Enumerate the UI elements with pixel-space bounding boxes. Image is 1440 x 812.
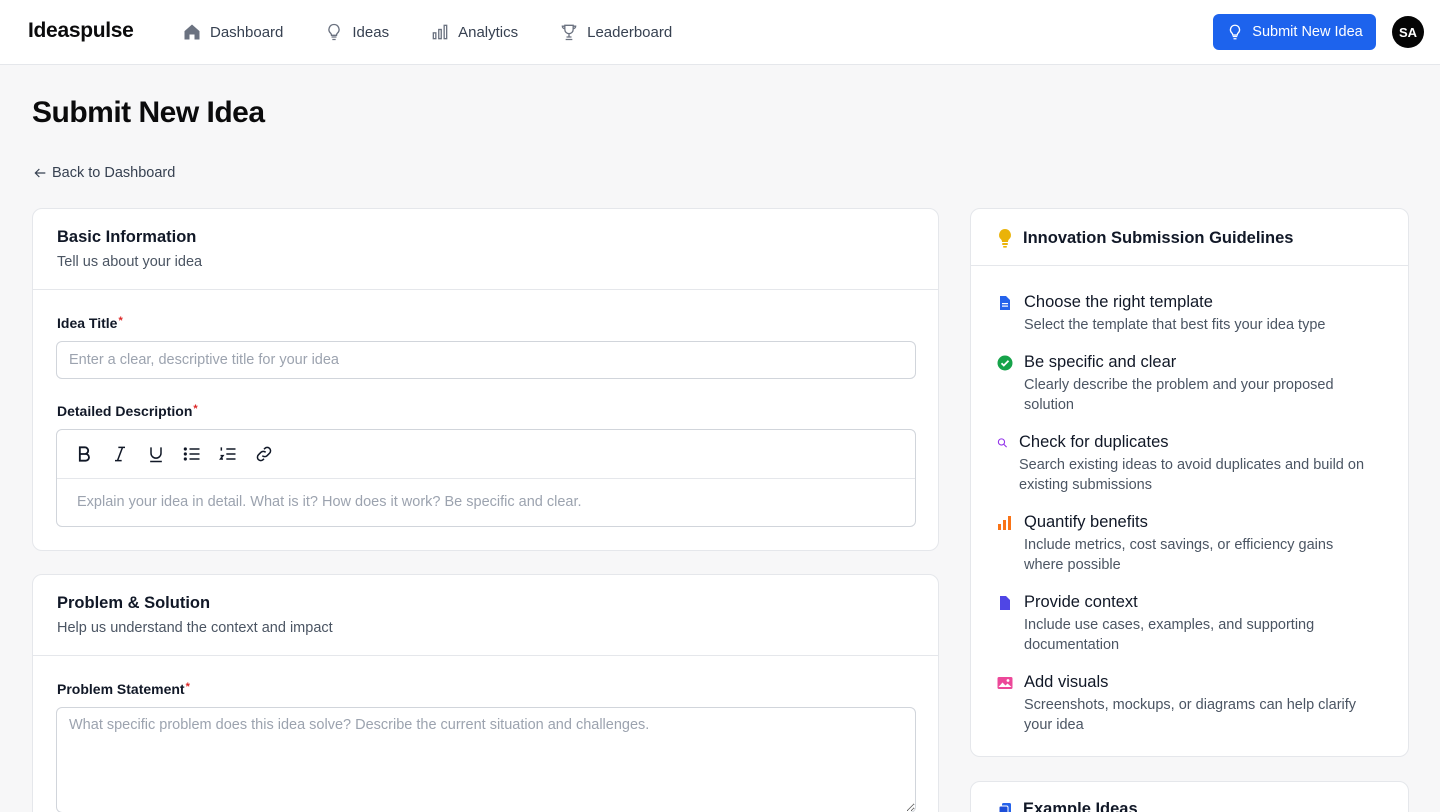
nav-analytics-label: Analytics [458, 23, 519, 41]
link-button[interactable] [254, 444, 274, 464]
trophy-icon [561, 24, 577, 41]
guidelines-header: Innovation Submission Guidelines [997, 228, 1293, 248]
card-divider [971, 265, 1408, 266]
arrow-left-icon [34, 168, 46, 178]
guideline-description: Select the template that best fits your … [1024, 317, 1326, 333]
link-icon [256, 446, 272, 462]
description-editor-body[interactable]: Explain your idea in detail. What is it?… [57, 479, 915, 525]
description-editor: Explain your idea in detail. What is it?… [56, 429, 916, 527]
guidelines-card: Innovation Submission Guidelines Choose … [970, 208, 1409, 757]
guideline-item: Quantify benefits Include metrics, cost … [997, 513, 1374, 575]
nav-dashboard-label: Dashboard [210, 23, 284, 41]
copy-icon [998, 802, 1011, 812]
guideline-title: Be specific and clear [1024, 353, 1177, 371]
guideline-description: Include use cases, examples, and support… [1024, 617, 1315, 653]
nav-dashboard[interactable]: Dashboard [182, 20, 283, 44]
bar-chart-icon [432, 24, 448, 40]
submit-new-idea-button[interactable]: Submit New Idea [1213, 14, 1376, 50]
nav-analytics[interactable]: Analytics [430, 20, 518, 44]
bullet-list-button[interactable] [182, 444, 202, 464]
underline-icon [150, 447, 162, 463]
underline-button[interactable] [146, 444, 166, 464]
guideline-description: Search existing ideas to avoid duplicate… [1019, 457, 1365, 493]
problem-solution-title: Problem & Solution [57, 594, 211, 612]
top-navigation: Ideaspulse Dashboard Ideas Analytics Lea… [0, 0, 1440, 65]
back-link-label: Back to Dashboard [52, 165, 176, 181]
guideline-item: Check for duplicates Search existing ide… [997, 433, 1389, 495]
check-circle-icon [997, 355, 1013, 371]
guideline-title: Choose the right template [1024, 293, 1213, 311]
bar-chart-icon [998, 516, 1011, 530]
guideline-item: Provide context Include use cases, examp… [997, 593, 1364, 655]
lightbulb-icon [328, 23, 341, 41]
avatar[interactable]: SA [1392, 16, 1424, 48]
search-icon [997, 438, 1008, 448]
numbered-list-icon [219, 447, 236, 460]
numbered-list-button[interactable] [218, 444, 238, 464]
back-to-dashboard-link[interactable]: Back to Dashboard [32, 165, 175, 181]
problem-solution-subtitle: Help us understand the context and impac… [57, 620, 333, 636]
guideline-title: Provide context [1024, 593, 1138, 611]
description-label: Detailed Description* [57, 403, 198, 419]
problem-solution-card: Problem & Solution Help us understand th… [32, 574, 939, 812]
bold-icon [78, 446, 90, 462]
editor-toolbar [57, 430, 915, 479]
file-icon [1000, 596, 1010, 610]
image-icon [997, 677, 1013, 689]
idea-title-input[interactable] [56, 341, 916, 379]
nav-ideas-label: Ideas [352, 23, 390, 41]
guideline-item: Be specific and clear Clearly describe t… [997, 353, 1384, 415]
guideline-description: Screenshots, mockups, or diagrams can he… [1024, 697, 1357, 733]
bold-button[interactable] [74, 444, 94, 464]
bullet-list-icon [183, 447, 200, 461]
submit-new-idea-label: Submit New Idea [1252, 24, 1363, 40]
nav-links: Dashboard Ideas Analytics Leaderboard [182, 20, 713, 44]
basic-information-title: Basic Information [57, 228, 197, 246]
card-divider [33, 289, 938, 290]
nav-leaderboard[interactable]: Leaderboard [559, 20, 672, 44]
problem-statement-input[interactable] [56, 707, 916, 812]
guideline-title: Quantify benefits [1024, 513, 1148, 531]
guideline-description: Include metrics, cost savings, or effici… [1024, 537, 1334, 573]
lightbulb-icon [1230, 24, 1241, 40]
page-title: Submit New Idea [32, 96, 265, 129]
basic-information-subtitle: Tell us about your idea [57, 254, 203, 270]
basic-information-card: Basic Information Tell us about your ide… [32, 208, 939, 551]
guideline-title: Check for duplicates [1019, 433, 1169, 451]
idea-title-label: Idea Title* [57, 315, 123, 331]
home-icon [184, 24, 200, 40]
problem-statement-label: Problem Statement* [57, 681, 190, 697]
card-divider [33, 655, 938, 656]
italic-button[interactable] [110, 444, 130, 464]
nav-ideas[interactable]: Ideas [324, 20, 389, 44]
guideline-item: Add visuals Screenshots, mockups, or dia… [997, 673, 1384, 735]
guidelines-title: Innovation Submission Guidelines [1023, 228, 1294, 247]
guideline-item: Choose the right template Select the tem… [997, 293, 1325, 335]
example-ideas-card: Example Ideas [970, 781, 1409, 812]
guideline-description: Clearly describe the problem and your pr… [1024, 377, 1334, 413]
lightbulb-icon [999, 229, 1011, 248]
example-ideas-title: Example Ideas [1023, 800, 1138, 812]
nav-leaderboard-label: Leaderboard [587, 23, 673, 41]
italic-icon [115, 446, 125, 462]
document-icon [1000, 296, 1010, 310]
brand-logo[interactable]: Ideaspulse [28, 19, 134, 43]
guideline-title: Add visuals [1024, 673, 1109, 691]
